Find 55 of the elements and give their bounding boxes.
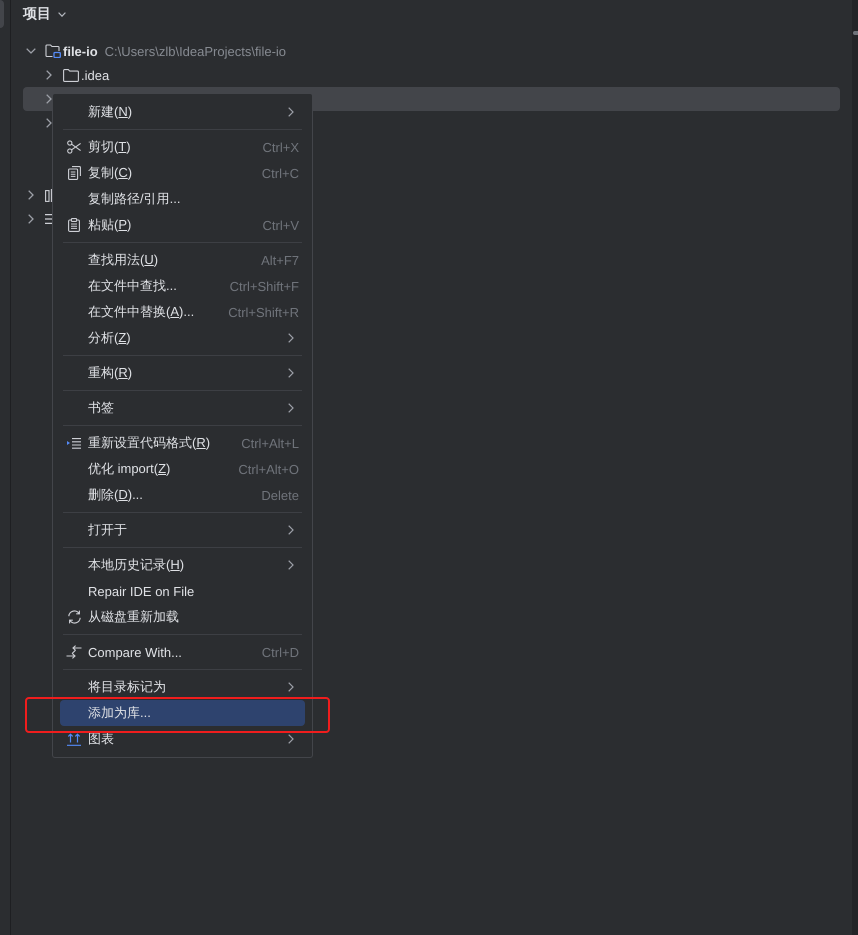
menu-item[interactable]: 删除(D)... Delete — [60, 482, 305, 508]
diagram-arrows-icon — [67, 732, 81, 746]
menu-item[interactable]: 剪切(T) Ctrl+X — [60, 134, 305, 160]
menu-item[interactable]: 书签 — [60, 395, 305, 421]
menu-item[interactable]: 分析(Z) — [60, 325, 305, 351]
shortcut-text: Ctrl+Shift+R — [228, 304, 299, 320]
menu-item[interactable]: Compare With... Ctrl+D — [60, 639, 305, 665]
copy-icon — [68, 166, 80, 180]
menu-item[interactable]: 在文件中查找... Ctrl+Shift+F — [60, 273, 305, 299]
shortcut-text: Ctrl+X — [262, 140, 299, 154]
menu-item[interactable]: 在文件中替换(A)... Ctrl+Shift+R — [60, 299, 305, 325]
menu-item[interactable]: 重构(R) — [60, 360, 305, 386]
menu-item[interactable]: 复制(C) Ctrl+C — [60, 160, 305, 186]
chevron-right-icon[interactable] — [28, 214, 34, 224]
chevron-right-icon[interactable] — [46, 70, 52, 80]
chevron-down-icon[interactable] — [26, 48, 36, 54]
menu-item[interactable]: 优化 import(Z) Ctrl+Alt+O — [60, 456, 305, 482]
reload-icon — [66, 610, 82, 624]
lines-icon — [45, 214, 52, 224]
bars-icon — [45, 188, 52, 202]
project-view-dropdown[interactable]: 项目 — [23, 5, 66, 23]
shortcut-text: Ctrl+Alt+O — [238, 462, 299, 476]
compare-arrows-icon — [66, 645, 82, 659]
menu-item[interactable]: 粘贴(P) Ctrl+V — [60, 212, 305, 238]
format-lines-icon — [67, 438, 81, 448]
menu-item[interactable]: 新建(N) — [60, 99, 305, 125]
shortcut-text: Delete — [261, 488, 299, 502]
menu-item[interactable]: 图表 — [60, 726, 305, 752]
menu-item[interactable]: 将目录标记为 — [60, 674, 305, 700]
chevron-right-icon[interactable] — [28, 190, 34, 200]
module-folder-icon — [45, 44, 61, 58]
scrollbar-thumb[interactable] — [853, 31, 858, 35]
shortcut-text: Ctrl+C — [262, 166, 299, 180]
menu-item[interactable]: 查找用法(U) Alt+F7 — [60, 247, 305, 273]
shortcut-text: Ctrl+D — [262, 644, 299, 660]
menu-item[interactable]: 打开于 — [60, 517, 305, 543]
menu-item[interactable]: 重新设置代码格式(R) Ctrl+Alt+L — [60, 430, 305, 456]
clipboard-icon — [68, 218, 80, 232]
menu-item[interactable]: 添加为库... — [60, 700, 305, 726]
menu-item[interactable]: Repair IDE on File — [60, 578, 305, 604]
shortcut-text: Ctrl+Alt+L — [241, 436, 299, 450]
chevron-right-icon[interactable] — [46, 118, 52, 128]
shortcut-text: Ctrl+Shift+F — [230, 278, 299, 294]
scissors-icon — [67, 140, 81, 154]
menu-item[interactable]: 本地历史记录(H) — [60, 552, 305, 578]
menu-item[interactable]: 从磁盘重新加载 — [60, 604, 305, 630]
project-path: C:\Users\zlb\IdeaProjects\file-io — [104, 44, 286, 58]
tree-item[interactable]: file-io C:\Users\zlb\IdeaProjects\file-io — [23, 39, 840, 63]
menu-item[interactable]: 复制路径/引用... — [60, 186, 305, 212]
chevron-down-icon — [58, 12, 66, 16]
shortcut-text: Alt+F7 — [261, 252, 299, 268]
chevron-right-icon[interactable] — [46, 94, 52, 104]
folder-icon — [63, 68, 79, 82]
tree-item[interactable]: .idea — [23, 63, 840, 87]
shortcut-text: Ctrl+V — [262, 218, 299, 232]
